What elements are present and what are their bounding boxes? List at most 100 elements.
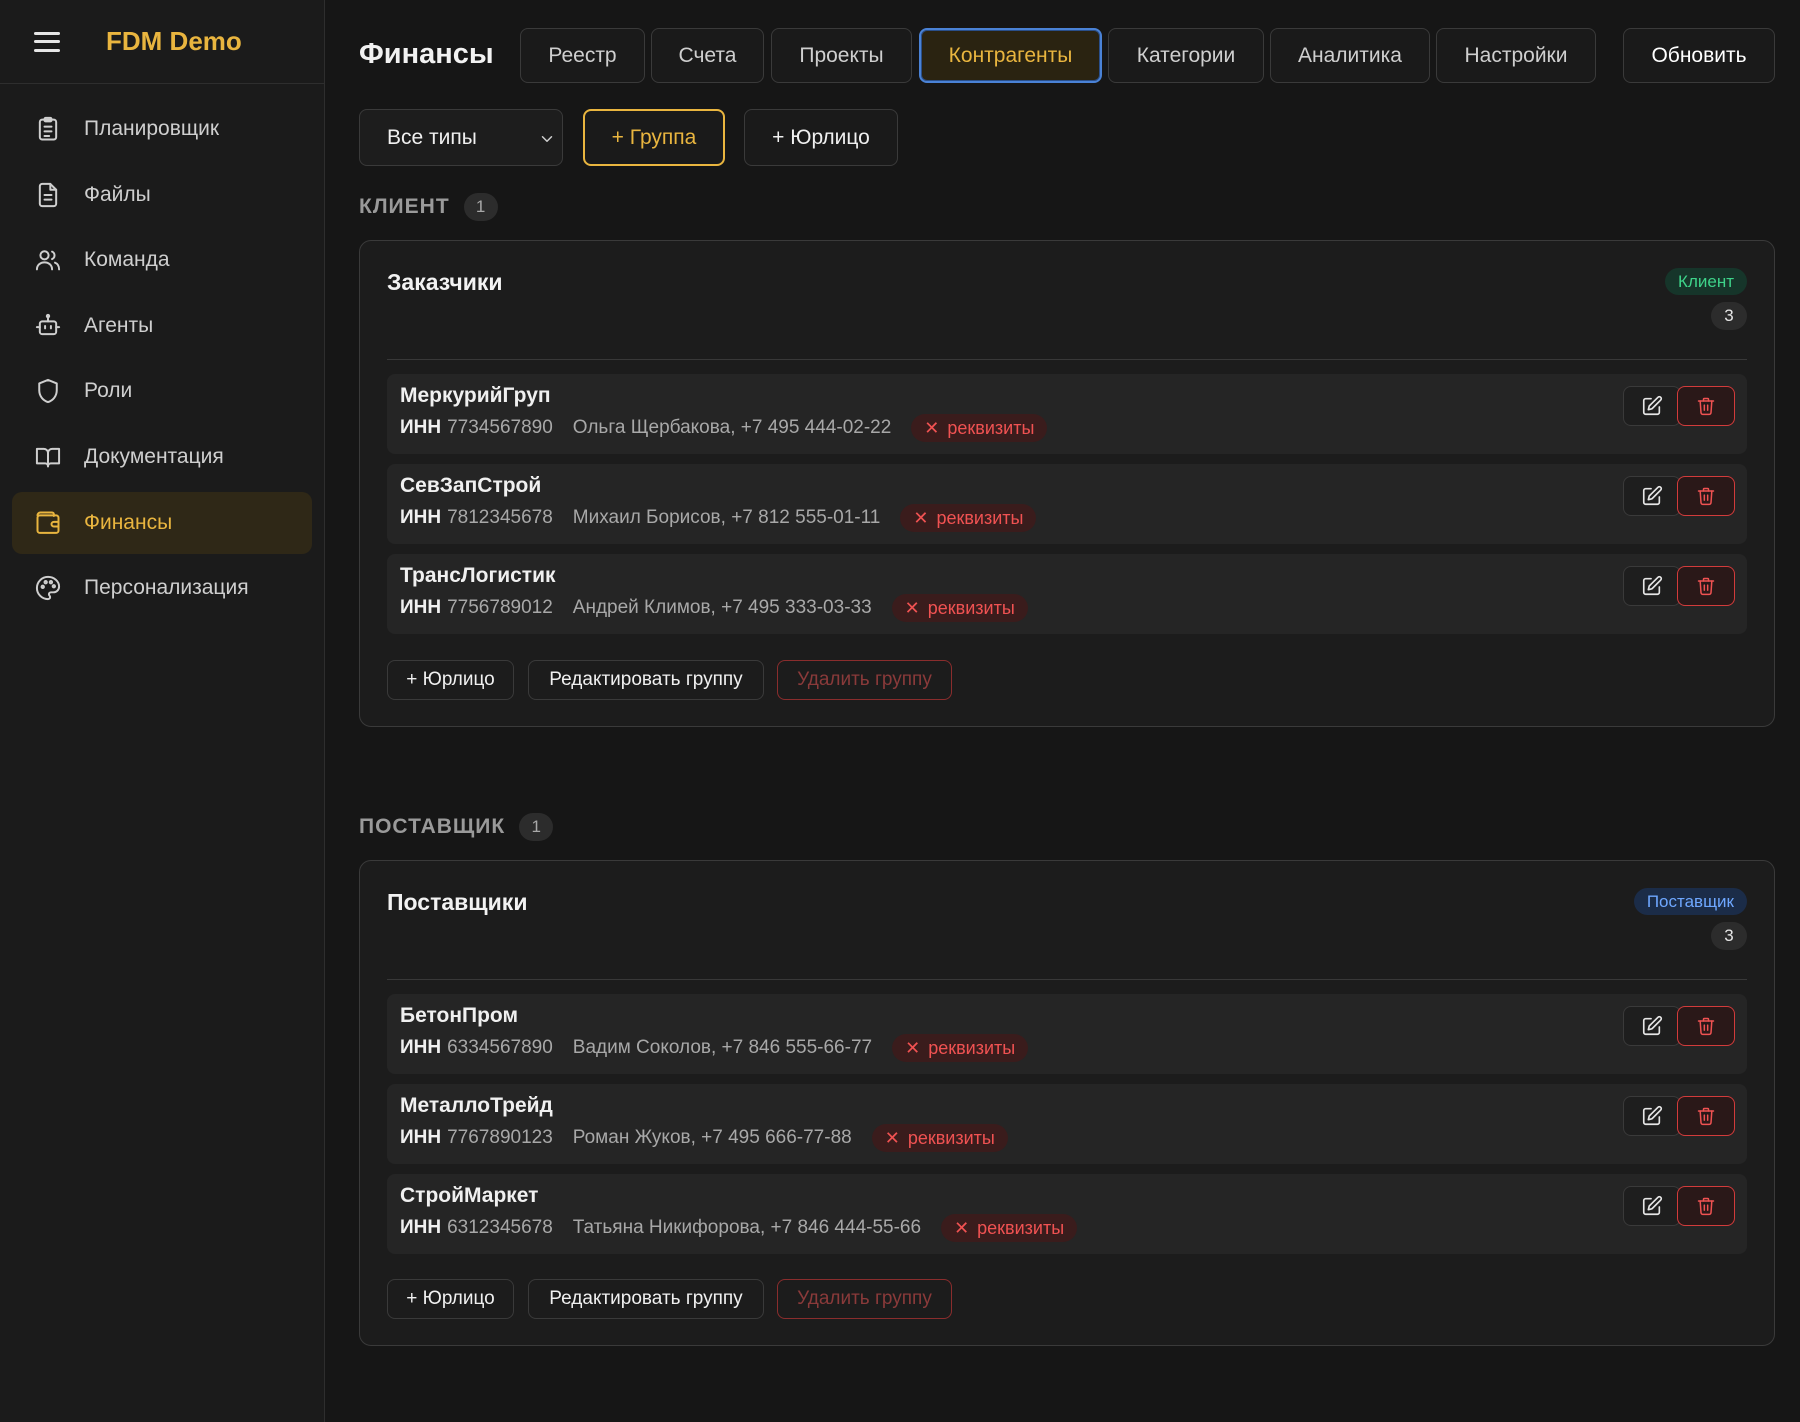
badge-label: реквизиты <box>927 597 1015 618</box>
brand-title: FDM Demo <box>106 26 242 56</box>
contact-info: Татьяна Никифорова, +7 846 444-55-66 <box>572 1217 922 1238</box>
entity-name: МеталлоТрейд <box>400 1094 553 1117</box>
sidebar-item-planner[interactable]: Планировщик <box>12 98 312 160</box>
entity-row: БетонПром ИНН 6334567890 Вадим Соколов, … <box>387 994 1747 1074</box>
sidebar-item-label: Команда <box>84 248 170 272</box>
section-label-client: КЛИЕНТ 1 <box>359 193 498 221</box>
delete-entity-button[interactable] <box>1677 1186 1735 1226</box>
add-legal-entity-button[interactable]: + Юрлицо <box>744 109 898 166</box>
section-count: 1 <box>463 193 498 221</box>
sidebar-item-team[interactable]: Команда <box>12 229 312 291</box>
edit-group-button[interactable]: Редактировать группу <box>528 660 764 700</box>
delete-group-button[interactable]: Удалить группу <box>777 1279 952 1319</box>
group-count: 3 <box>1711 302 1747 330</box>
group-card-customers: Заказчики Клиент 3 МеркурийГруп ИНН 7734… <box>359 240 1775 727</box>
tab-accounts[interactable]: Счета <box>651 28 764 83</box>
toolbar: Все типы + Группа + Юрлицо <box>359 109 1775 166</box>
entity-name: МеркурийГруп <box>400 384 551 407</box>
sidebar-item-label: Документация <box>84 444 224 468</box>
add-legal-entity-button[interactable]: + Юрлицо <box>387 1279 514 1319</box>
inn-label: ИНН <box>400 1037 442 1058</box>
sidebar-item-agents[interactable]: Агенты <box>12 295 312 357</box>
edit-entity-button[interactable] <box>1623 566 1681 606</box>
section-label-supplier: ПОСТАВЩИК 1 <box>359 813 554 841</box>
requisites-missing-badge: ✕ реквизиты <box>900 504 1037 532</box>
contact-info: Роман Жуков, +7 495 666-77-88 <box>572 1127 852 1148</box>
requisites-missing-badge: ✕ реквизиты <box>871 1124 1008 1152</box>
inn-value: 7812345678 <box>447 507 553 528</box>
book-icon <box>35 447 61 468</box>
tab-registry[interactable]: Реестр <box>520 28 645 83</box>
trash-icon <box>1697 397 1715 416</box>
entity-name: БетонПром <box>400 1004 519 1027</box>
inn-label: ИНН <box>400 417 442 438</box>
sidebar-item-label: Роли <box>84 379 133 403</box>
delete-entity-button[interactable] <box>1677 386 1735 426</box>
entity-name: СевЗапСтрой <box>400 474 542 497</box>
group-count: 3 <box>1711 922 1747 950</box>
sidebar-item-roles[interactable]: Роли <box>12 360 312 422</box>
file-icon <box>38 182 58 207</box>
badge-label: реквизиты <box>936 507 1024 528</box>
sidebar-item-finance[interactable]: Финансы <box>12 491 312 554</box>
edit-entity-button[interactable] <box>1623 1006 1681 1046</box>
sidebar-item-personalization[interactable]: Персонализация <box>12 557 312 619</box>
shield-icon <box>38 379 58 404</box>
wallet-icon <box>36 511 60 534</box>
trash-icon <box>1697 1197 1715 1216</box>
edit-entity-button[interactable] <box>1623 1096 1681 1136</box>
edit-icon <box>1642 575 1663 596</box>
delete-entity-button[interactable] <box>1677 1096 1735 1136</box>
badge-label: реквизиты <box>907 1127 995 1148</box>
type-filter-select[interactable]: Все типы <box>359 109 563 166</box>
close-icon: ✕ <box>954 1217 970 1238</box>
sidebar-header: FDM Demo <box>0 0 324 84</box>
entity-name: ТрансЛогистик <box>400 564 556 587</box>
delete-group-button[interactable]: Удалить группу <box>777 660 952 700</box>
add-group-button[interactable]: + Группа <box>583 109 725 166</box>
sidebar-item-label: Агенты <box>84 313 154 337</box>
entity-row: ТрансЛогистик ИНН 7756789012 Андрей Клим… <box>387 554 1747 634</box>
badge-label: реквизиты <box>977 1217 1065 1238</box>
tab-projects[interactable]: Проекты <box>771 28 912 83</box>
edit-entity-button[interactable] <box>1623 1186 1681 1226</box>
entity-row: МеркурийГруп ИНН 7734567890 Ольга Щербак… <box>387 374 1747 454</box>
delete-entity-button[interactable] <box>1677 476 1735 516</box>
inn-value: 7767890123 <box>447 1127 553 1148</box>
entity-meta: ИНН 6312345678 Татьяна Никифорова, +7 84… <box>400 1214 1078 1242</box>
clipboard-icon <box>38 116 58 141</box>
edit-group-button[interactable]: Редактировать группу <box>528 1279 764 1319</box>
edit-entity-button[interactable] <box>1623 476 1681 516</box>
inn-label: ИНН <box>400 1217 442 1238</box>
edit-icon <box>1642 1015 1663 1036</box>
trash-icon <box>1697 577 1715 596</box>
sidebar-item-files[interactable]: Файлы <box>12 164 312 226</box>
tab-analytics[interactable]: Аналитика <box>1270 28 1430 83</box>
edit-icon <box>1642 395 1663 416</box>
group-title: Поставщики <box>387 889 528 915</box>
tab-counterparties[interactable]: Контрагенты <box>919 28 1102 83</box>
close-icon: ✕ <box>905 1037 921 1058</box>
inn-label: ИНН <box>400 507 442 528</box>
refresh-button[interactable]: Обновить <box>1623 28 1775 83</box>
robot-icon <box>35 313 61 335</box>
sidebar-item-docs[interactable]: Документация <box>12 426 312 488</box>
entity-meta: ИНН 7812345678 Михаил Борисов, +7 812 55… <box>400 504 1037 532</box>
sidebar-item-label: Файлы <box>84 182 151 206</box>
entity-name: СтройМаркет <box>400 1184 539 1207</box>
delete-entity-button[interactable] <box>1677 1006 1735 1046</box>
edit-entity-button[interactable] <box>1623 386 1681 426</box>
inn-value: 7734567890 <box>447 417 553 438</box>
hamburger-menu-icon[interactable] <box>34 31 60 52</box>
add-legal-entity-button[interactable]: + Юрлицо <box>387 660 514 700</box>
type-filter-value: Все типы <box>387 125 477 149</box>
page-title: Финансы <box>359 38 494 70</box>
tab-settings[interactable]: Настройки <box>1436 28 1596 83</box>
sidebar-item-label: Планировщик <box>84 117 220 140</box>
divider <box>387 979 1747 980</box>
group-title: Заказчики <box>387 269 503 295</box>
edit-icon <box>1642 1105 1663 1126</box>
close-icon: ✕ <box>904 597 920 618</box>
tab-categories[interactable]: Категории <box>1108 28 1264 83</box>
delete-entity-button[interactable] <box>1677 566 1735 606</box>
